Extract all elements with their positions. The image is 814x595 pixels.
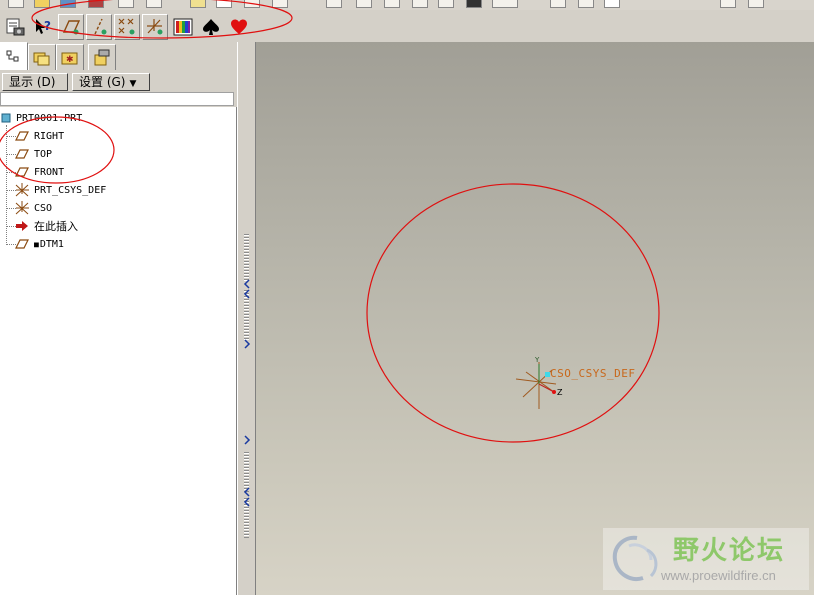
orient-icon[interactable] [604, 0, 620, 8]
favorites-icon: ✱ [61, 52, 78, 65]
tab-favorites[interactable]: ✱ [56, 44, 84, 70]
csys-z-label: Z [557, 388, 563, 397]
connections-icon [94, 49, 110, 65]
tree-item-insert-here[interactable]: 在此插入 [14, 217, 78, 235]
model-tree: PRT0001.PRT RIGHT TOP FRONT PRT_CSYS_DEF… [0, 107, 237, 595]
show-menu-label: 显示 (D) [9, 75, 56, 89]
tree-item-label: CSO [34, 202, 53, 214]
cut-icon[interactable] [356, 0, 372, 8]
reorient-icon[interactable] [776, 0, 792, 8]
model-tree-icon [6, 50, 19, 61]
csys-z-marker [552, 390, 556, 394]
view-manager-icon[interactable] [748, 0, 764, 8]
svg-text:✱: ✱ [66, 55, 74, 65]
tab-connections[interactable] [88, 44, 116, 70]
watermark-url: www.proewildfire.cn [661, 568, 776, 583]
undo-icon[interactable] [300, 0, 316, 8]
tree-item-label: DTM1 [39, 238, 64, 250]
csys-label: CSO_CSYS_DEF [550, 367, 636, 380]
show-menu-button[interactable]: 显示 (D)▼ [2, 73, 68, 105]
annotation-ellipse-toolbar [31, 0, 293, 39]
splitter-grip [244, 234, 249, 282]
watermark-title: 野火论坛 [673, 536, 786, 566]
forum-logo-icon [612, 535, 658, 581]
csys-z-axis [538, 383, 555, 393]
csys-y-label: Y [535, 356, 540, 364]
tree-item-dtm1[interactable]: ■ DTM1 [14, 235, 64, 253]
datum-display-toolbar: ? [0, 0, 814, 43]
refit-icon[interactable] [578, 0, 594, 8]
paste-special-icon[interactable] [438, 0, 454, 8]
tree-filter-field[interactable] [0, 92, 234, 106]
tree-item-label: 在此插入 [34, 220, 78, 233]
model-viewport [366, 183, 660, 443]
insert-here-arrow-icon [14, 219, 30, 233]
regenerate-icon[interactable] [550, 0, 566, 8]
spin-icon[interactable] [636, 0, 652, 8]
expand-right-icon[interactable] [242, 338, 252, 350]
copy-icon[interactable] [384, 0, 400, 8]
expand-right-icon[interactable] [242, 434, 252, 446]
panel-splitter[interactable] [237, 42, 256, 595]
new-feature-marker-icon: ■ [34, 239, 39, 249]
collapse-left-icon[interactable] [242, 278, 252, 300]
navigator-tabs: ✱ [0, 42, 240, 70]
model-tree-menubar: 显示 (D)▼ 设置 (G)▼ [0, 70, 238, 105]
datum-plane-icon [14, 237, 30, 251]
search-binoculars-icon[interactable] [466, 0, 482, 8]
more-tools-icon[interactable] [800, 0, 814, 8]
graphics-window[interactable]: CSO_CSYS_DEF Y Z [256, 42, 814, 595]
collapse-left-icon[interactable] [242, 486, 252, 508]
tab-model-tree[interactable] [0, 42, 28, 70]
screenshot-icon[interactable] [2, 14, 28, 40]
paste-icon[interactable] [412, 0, 428, 8]
chevron-down-icon: ▼ [129, 79, 137, 89]
select-box-icon[interactable] [492, 0, 518, 8]
zoom-out-icon[interactable] [694, 0, 710, 8]
settings-menu-button[interactable]: 设置 (G) ▼ [72, 73, 150, 91]
zoom-window-icon[interactable] [720, 0, 736, 8]
tree-item-cso[interactable]: CSO [14, 199, 52, 217]
folder-browser-icon [33, 52, 50, 65]
forum-watermark: 野火论坛 www.proewildfire.cn [603, 528, 809, 590]
new-file-icon[interactable] [8, 0, 24, 8]
tab-folder-browser[interactable] [28, 44, 56, 70]
redo-icon[interactable] [326, 0, 342, 8]
zoom-in-icon[interactable] [664, 0, 680, 8]
annotation-ellipse-tree [0, 116, 115, 184]
settings-menu-label: 设置 (G) [79, 75, 126, 89]
coordinate-system-icon [14, 201, 30, 215]
annotation-circle-csys [366, 183, 660, 443]
